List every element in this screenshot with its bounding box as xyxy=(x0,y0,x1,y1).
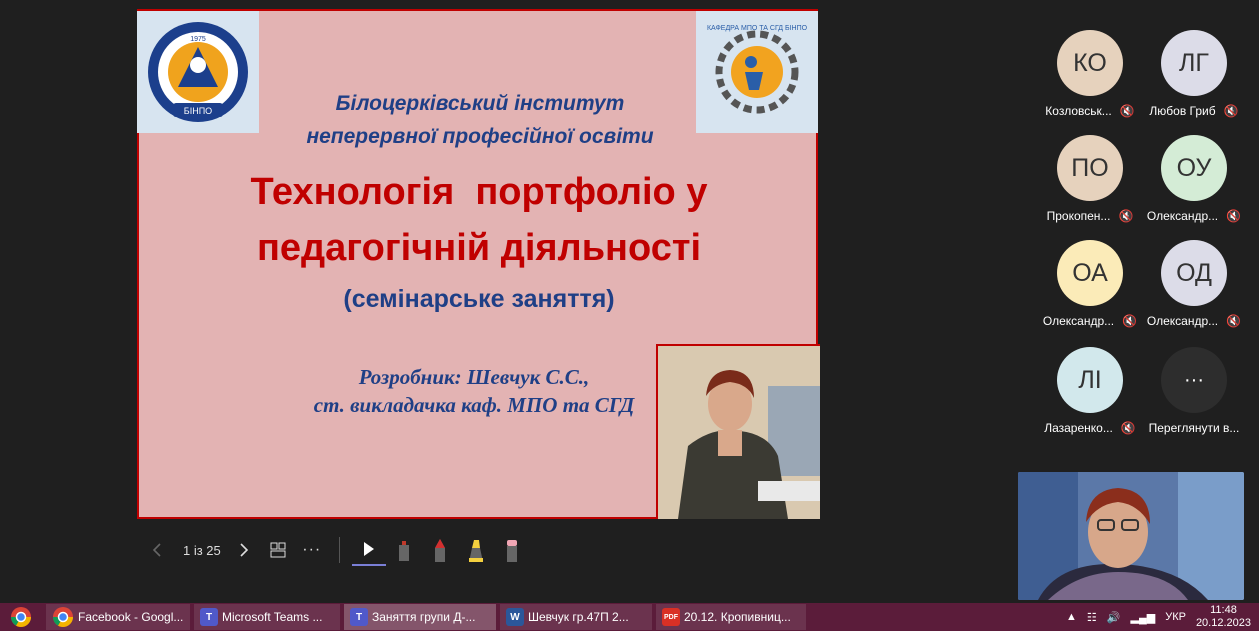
mic-off-icon: 🔇 xyxy=(1223,104,1239,118)
taskbar-item-meeting[interactable]: T Заняття групи Д-... xyxy=(344,604,496,630)
department-logo: КАФЕДРА МПО ТА СГД БІНПО xyxy=(696,11,818,133)
participant-tile[interactable]: КО Козловськ... 🔇 xyxy=(1038,30,1142,118)
start-button[interactable] xyxy=(0,604,42,630)
red-pen-tool[interactable] xyxy=(422,534,458,566)
highlighter-icon xyxy=(468,540,483,562)
participant-avatar: ПО xyxy=(1057,135,1123,201)
previous-slide-button[interactable] xyxy=(145,534,169,566)
author-photo xyxy=(656,344,820,519)
participant-avatar: ОУ xyxy=(1161,135,1227,201)
slide-title-line-1: Технологія портфоліо у xyxy=(250,171,708,213)
pen-pink-icon xyxy=(506,540,517,562)
participant-tile[interactable]: ЛГ Любов Гриб 🔇 xyxy=(1142,30,1246,118)
logo-text: БІНПО xyxy=(184,106,212,116)
more-icon: ··· xyxy=(302,541,322,558)
participant-avatar: КО xyxy=(1057,30,1123,96)
slide-subtitle: (семінарське заняття) xyxy=(343,285,615,313)
volume-icon[interactable]: 🔊 xyxy=(1107,611,1121,624)
chevron-left-icon xyxy=(152,543,161,557)
taskbar-item-facebook[interactable]: Facebook - Googl... xyxy=(46,604,190,630)
participant-tile[interactable]: ОУ Олександр... 🔇 xyxy=(1142,135,1246,223)
participant-name: Лазаренко... xyxy=(1044,421,1113,435)
clock[interactable]: 11:48 20.12.2023 xyxy=(1196,604,1251,630)
department-logo-text: КАФЕДРА МПО ТА СГД БІНПО xyxy=(707,25,808,32)
word-icon: W xyxy=(506,608,524,626)
pdf-icon: PDF xyxy=(662,608,680,626)
toolbar-divider xyxy=(338,537,340,563)
eraser-tool[interactable] xyxy=(386,534,422,566)
ellipsis-icon: ··· xyxy=(1161,347,1227,413)
speaker-video xyxy=(1018,472,1244,600)
mic-off-icon: 🔇 xyxy=(1226,314,1242,328)
network-icon[interactable]: ☷ xyxy=(1087,611,1097,624)
participant-avatar: ОД xyxy=(1161,240,1227,306)
taskbar-item-label: Шевчук гр.47П 2... xyxy=(528,610,629,624)
binpo-logo: БІНПО 1975 xyxy=(137,11,259,133)
windows-taskbar: Facebook - Googl... T Microsoft Teams ..… xyxy=(0,603,1259,631)
participant-tile[interactable]: ОА Олександр... 🔇 xyxy=(1038,240,1142,328)
slide-title: Технологія портфоліо у педагогічній діял… xyxy=(149,164,809,276)
view-all-label: Переглянути в... xyxy=(1148,421,1240,435)
participant-name: Козловськ... xyxy=(1045,104,1112,118)
clock-time: 11:48 xyxy=(1210,604,1237,616)
institute-line-2: неперервної професійної освіти xyxy=(306,125,654,148)
mic-off-icon: 🔇 xyxy=(1226,209,1242,223)
pink-pen-tool[interactable] xyxy=(494,534,530,566)
chrome-icon xyxy=(53,607,73,627)
view-all-participants-button[interactable]: ··· Переглянути в... xyxy=(1142,347,1246,435)
participant-avatar: ЛГ xyxy=(1161,30,1227,96)
participant-tile[interactable]: ПО Прокопен... 🔇 xyxy=(1038,135,1142,223)
pen-red-icon xyxy=(434,539,445,562)
highlighter-tool[interactable] xyxy=(458,534,494,566)
participant-name: Олександр... xyxy=(1042,314,1115,328)
chevron-up-icon[interactable]: ▲ xyxy=(1066,611,1077,623)
participant-tile[interactable]: ОД Олександр... 🔇 xyxy=(1142,240,1246,328)
language-indicator[interactable]: УКР xyxy=(1165,611,1186,623)
taskbar-item-label: Microsoft Teams ... xyxy=(222,610,323,624)
chevron-right-icon xyxy=(240,543,248,557)
eraser-icon xyxy=(398,541,409,561)
taskbar-item-word[interactable]: W Шевчук гр.47П 2... xyxy=(500,604,652,630)
slides-grid-icon xyxy=(270,542,286,558)
institute-title: Білоцерківський інститут неперервної про… xyxy=(265,87,695,153)
system-tray: ▲ ☷ 🔊 ▂▄▆ УКР 11:48 20.12.2023 xyxy=(1066,603,1251,631)
taskbar-item-label: Facebook - Googl... xyxy=(78,610,184,624)
next-slide-button[interactable] xyxy=(229,534,259,566)
participant-tile[interactable]: ЛІ Лазаренко... 🔇 xyxy=(1038,347,1142,435)
clock-date: 20.12.2023 xyxy=(1195,617,1251,629)
page-indicator: 1 із 25 xyxy=(183,542,221,558)
taskbar-item-teams[interactable]: T Microsoft Teams ... xyxy=(194,604,340,630)
participant-name: Прокопен... xyxy=(1046,209,1111,223)
mic-off-icon: 🔇 xyxy=(1119,104,1135,118)
teams-icon: T xyxy=(350,608,368,626)
participant-name: Олександр... xyxy=(1146,314,1219,328)
author-info: Розробник: Шевчук С.С., ст. викладачка к… xyxy=(289,363,659,419)
logo-year: 1975 xyxy=(190,36,206,43)
slide-title-line-2: педагогічній діяльності xyxy=(256,227,702,269)
participant-name: Олександр... xyxy=(1146,209,1219,223)
participant-avatar: ЛІ xyxy=(1057,347,1123,413)
presentation-slide: БІНПО 1975 Білоцерківський інститут непе… xyxy=(137,9,820,519)
signal-icon[interactable]: ▂▄▆ xyxy=(1130,611,1155,624)
teams-icon: T xyxy=(200,608,218,626)
mic-off-icon: 🔇 xyxy=(1122,314,1138,328)
pointer-tool[interactable] xyxy=(351,534,386,566)
slides-grid-button[interactable] xyxy=(263,534,293,566)
taskbar-item-label: Заняття групи Д-... xyxy=(372,610,476,624)
chrome-icon xyxy=(11,607,31,627)
more-options-button[interactable]: ··· xyxy=(297,534,327,566)
institute-line-1: Білоцерківський інститут xyxy=(335,92,625,115)
mic-off-icon: 🔇 xyxy=(1118,209,1134,223)
participant-name: Любов Гриб xyxy=(1149,104,1216,118)
taskbar-item-pdf[interactable]: PDF 20.12. Кропивниц... xyxy=(656,604,806,630)
pointer-icon xyxy=(363,542,374,556)
participant-avatar: ОА xyxy=(1057,240,1123,306)
slide-controls: 1 із 25 ··· xyxy=(145,534,530,566)
author-line-1: Розробник: Шевчук С.С., xyxy=(358,365,590,389)
taskbar-item-label: 20.12. Кропивниц... xyxy=(684,610,791,624)
mic-off-icon: 🔇 xyxy=(1120,421,1136,435)
author-line-2: ст. викладачка каф. МПО та СГД xyxy=(313,393,635,417)
